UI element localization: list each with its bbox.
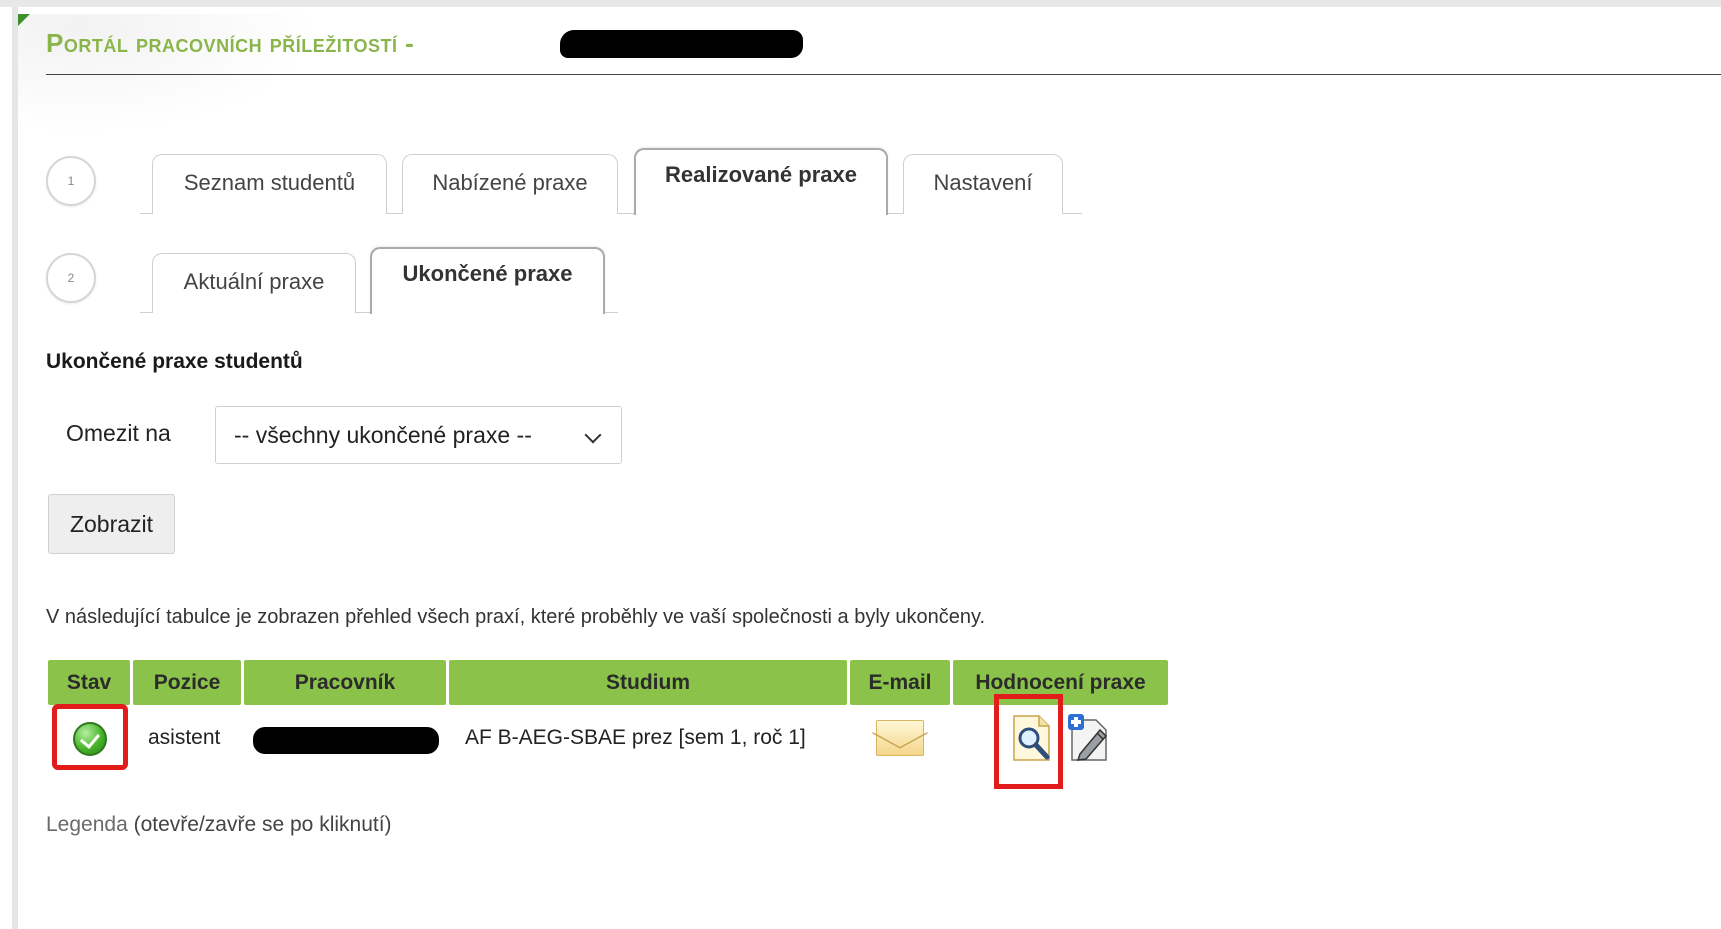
left-rail	[12, 7, 18, 929]
portal-title: Portál pracovních příležitostí -	[46, 28, 415, 58]
tab-nastaveni[interactable]: Nastavení	[903, 154, 1063, 214]
cell-pozice: asistent	[148, 726, 221, 749]
col-header-email: E-mail	[850, 660, 950, 705]
table-description: V následující tabulce je zobrazen přehle…	[46, 606, 986, 628]
filter-selected-value: -- všechny ukončené praxe --	[234, 421, 532, 448]
col-header-pozice: Pozice	[133, 660, 241, 705]
legend-hint: (otevře/zavře se po kliknutí)	[133, 813, 392, 836]
filter-label: Omezit na	[66, 420, 171, 446]
evaluation-highlight-box	[994, 694, 1063, 789]
redacted-worker-name	[253, 727, 439, 754]
top-strip	[0, 0, 1721, 7]
legend-label[interactable]: Legenda	[46, 813, 128, 836]
tab-nabizene-praxe[interactable]: Nabízené praxe	[402, 154, 618, 214]
show-button[interactable]: Zobrazit	[48, 494, 175, 554]
subtab-aktualni-praxe[interactable]: Aktuální praxe	[152, 253, 356, 313]
chevron-down-icon	[584, 426, 602, 444]
legend-toggle[interactable]: Legenda (otevře/zavře se po kliknutí)	[46, 813, 392, 837]
col-header-pracovnik: Pracovník	[244, 660, 446, 705]
tab-realizovane-praxe[interactable]: Realizované praxe	[634, 148, 888, 215]
add-evaluation-icon[interactable]	[1066, 712, 1112, 762]
cell-studium: AF B-AEG-SBAE prez [sem 1, roč 1]	[465, 726, 806, 749]
subtab-ukoncene-praxe[interactable]: Ukončené praxe	[370, 247, 605, 314]
col-header-stav: Stav	[48, 660, 130, 705]
page: Portál pracovních příležitostí - 1 Sezna…	[0, 0, 1721, 929]
corner-accent	[18, 14, 30, 26]
title-divider	[46, 74, 1721, 75]
col-header-studium: Studium	[449, 660, 847, 705]
section-heading: Ukončené praxe studentů	[46, 350, 303, 373]
tab-seznam-studentu[interactable]: Seznam studentů	[152, 154, 387, 214]
filter-select[interactable]: -- všechny ukončené praxe --	[215, 406, 622, 464]
status-highlight-box	[52, 704, 128, 770]
step-2-indicator: 2	[46, 253, 96, 303]
redacted-company-name	[560, 30, 803, 58]
step-1-indicator: 1	[46, 156, 96, 206]
envelope-icon[interactable]	[876, 720, 924, 756]
